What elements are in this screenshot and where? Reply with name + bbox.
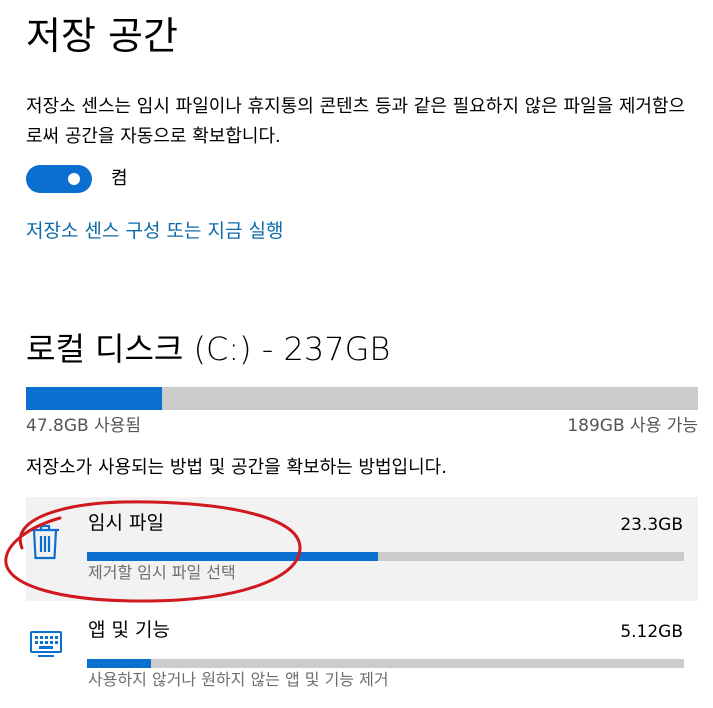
toggle-knob — [68, 173, 80, 185]
category-size: 23.3GB — [620, 515, 683, 535]
storage-sense-description: 저장소 센스는 임시 파일이나 휴지통의 콘텐츠 등과 같은 필요하지 않은 파… — [26, 96, 686, 147]
toggle-state-label: 켬 — [111, 168, 128, 189]
usage-description: 저장소가 사용되는 방법 및 공간을 확보하는 방법입니다. — [26, 457, 447, 478]
category-description: 제거할 임시 파일 선택 — [88, 563, 236, 582]
drive-used-label: 47.8GB 사용됨 — [26, 416, 142, 436]
storage-sense-toggle[interactable] — [26, 165, 92, 193]
drive-usage-bar-fill — [26, 387, 162, 410]
category-name: 앱 및 기능 — [88, 619, 170, 641]
drive-title: 로컬 디스크 (C:) - 237GB — [26, 330, 391, 368]
trash-icon — [31, 524, 59, 560]
category-apps-features[interactable]: 앱 및 기능 5.12GB 사용하지 않거나 원하지 않는 앱 및 기능 제거 — [26, 604, 698, 708]
page-title: 저장 공간 — [26, 14, 178, 58]
drive-free-label: 189GB 사용 가능 — [567, 416, 698, 436]
category-size: 5.12GB — [620, 622, 683, 642]
category-name: 임시 파일 — [88, 512, 164, 534]
configure-storage-sense-link[interactable]: 저장소 센스 구성 또는 지금 실행 — [26, 216, 283, 246]
keyboard-icon — [30, 631, 62, 657]
drive-usage-bar — [26, 387, 698, 410]
category-temp-files[interactable]: 임시 파일 23.3GB 제거할 임시 파일 선택 — [26, 497, 698, 601]
category-description: 사용하지 않거나 원하지 않는 앱 및 기능 제거 — [88, 670, 389, 689]
